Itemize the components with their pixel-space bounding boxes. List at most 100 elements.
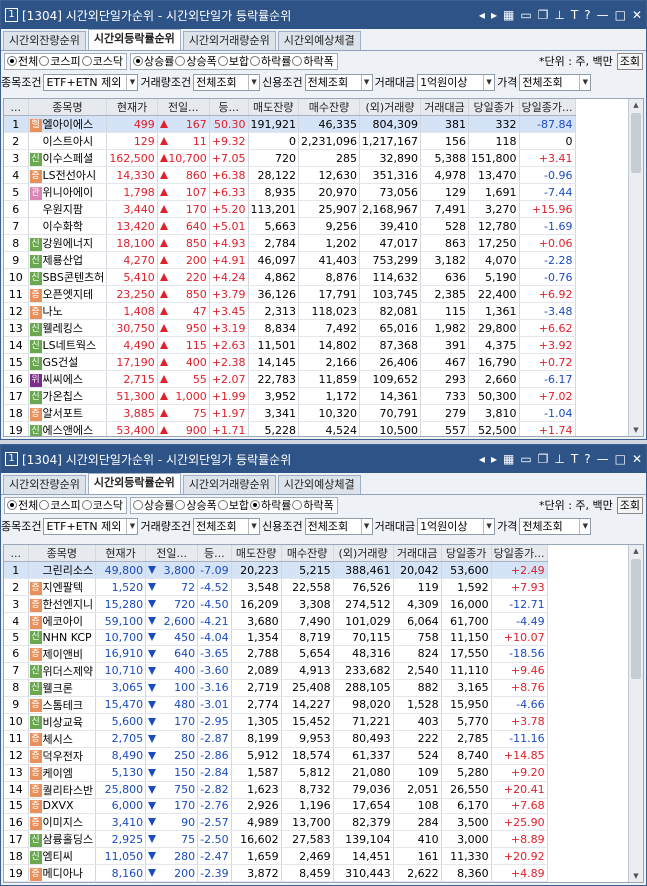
condition-select-5[interactable]: 전체조회 ▼ [519,517,592,535]
copy-icon[interactable]: ❐ [538,8,549,22]
table-row[interactable]: 20증디티앤씨알7,480170-2.221,23510,42422,60017… [4,881,548,882]
name-cell[interactable]: 증 에코아이 [28,612,97,630]
close-icon[interactable]: ✕ [632,452,642,466]
maximize-icon[interactable]: □ [615,452,626,466]
name-cell[interactable]: 신 GS건설 [28,353,108,371]
name-cell[interactable]: 신 위더스제약 [28,662,97,680]
table-row[interactable]: 4 증 LS전선아시 14,330 860 +6.38 28,122 12,630 351,31… [4,166,576,184]
table-row[interactable]: 10 신 비상교육 5,600 170 -2.95 1,305 15,452 71,221 403… [4,713,548,731]
close-icon[interactable]: ✕ [632,8,642,22]
table-row[interactable]: 13 증 케이엠 5,130 150 -2.84 1,587 5,812 21,080 109 5,… [4,764,548,782]
column-header[interactable]: 거래대금 [393,545,442,562]
direction-radio-3[interactable]: 하락률 [250,497,291,513]
tab-2[interactable]: 시간외거래량순위 [182,475,276,494]
condition-select-1[interactable]: ETF+ETN 제외 ▼ [43,73,139,91]
pin-icon[interactable]: ⊥ [554,452,564,466]
direction-radio-1[interactable]: 상승폭 [175,497,217,513]
table-row[interactable]: 7 신 위더스제약 10,710 400 -3.60 2,089 4,913 233,682 2,… [4,662,548,680]
name-cell[interactable]: 증 DXVX [28,798,97,815]
column-header[interactable]: 현재가 [106,99,158,116]
direction-radio-1[interactable]: 상승폭 [175,53,217,69]
column-header[interactable]: 등... [209,99,249,116]
name-cell[interactable]: 증 체시스 [28,730,97,748]
doc-icon[interactable]: ▭ [520,8,531,22]
direction-radio-2[interactable]: 보합 [217,53,249,69]
name-cell[interactable]: 신 에스앤에스 [28,421,108,436]
direction-radio-0[interactable]: 상승률 [133,53,174,69]
name-cell[interactable]: 증 스톰테크 [28,696,97,714]
table-row[interactable]: 2 이스트아시 129 11 +9.32 0 2,231,096 1,217,167 156 11… [4,132,576,150]
query-button[interactable]: 조회 [616,52,643,70]
help-icon[interactable]: ? [584,452,590,466]
condition-select-3[interactable]: 전체조회 ▼ [304,517,373,535]
table-row[interactable]: 12 증 덕우전자 8,490 250 -2.86 5,912 18,574 61,337 524… [4,747,548,765]
table-row[interactable]: 16 위 씨씨에스 2,715 55 +2.07 22,783 11,859 109,652 29… [4,370,576,388]
name-cell[interactable]: 신 웰크론 [28,679,97,697]
scroll-thumb[interactable] [631,559,641,679]
column-header[interactable]: ... [4,545,29,562]
table-row[interactable]: 9 신 제룡산업 4,270 200 +4.91 46,097 41,403 753,299 3,… [4,251,576,269]
name-cell[interactable]: 이수화학 [28,217,108,235]
name-cell[interactable]: 증 LS전선아시 [28,166,108,184]
query-button[interactable]: 조회 [616,496,643,514]
tab-3[interactable]: 시간외예상체결 [277,475,361,494]
column-header[interactable]: 매도잔량 [231,545,282,562]
condition-select-4[interactable]: 1억원이상 ▼ [417,517,496,535]
market-radio-0[interactable]: 전체 [7,53,38,69]
name-cell[interactable]: 신 제룡산업 [28,251,108,269]
column-header[interactable]: 당일종가 [441,545,492,562]
table-row[interactable]: 2 증 지엔팔텍 1,520 72 -4.52 3,548 22,558 76,526 119 1,… [4,578,548,596]
name-cell[interactable]: 신 삼륭홀딩스 [28,830,97,849]
table-row[interactable]: 8 신 강원에너지 18,100 850 +4.93 2,784 1,202 47,017 863… [4,234,576,252]
tab-3[interactable]: 시간외예상체결 [277,31,361,50]
name-cell[interactable]: 증 알서포트 [28,404,108,422]
column-header[interactable]: 전일... [157,99,210,116]
doc-icon[interactable]: ▭ [520,452,531,466]
direction-radio-3[interactable]: 하락률 [250,53,291,69]
table-row[interactable]: 15 증 DXVX 6,000 170 -2.76 2,926 1,196 17,654 108 6… [4,798,548,815]
column-header[interactable]: 종목명 [28,99,108,116]
table-row[interactable]: 17 신 가온칩스 51,300 1,000 +1.99 3,952 1,172 14,361 7… [4,387,576,405]
name-cell[interactable]: 증 덕우전자 [28,747,97,765]
name-cell[interactable]: 증 한선엔지니 [28,595,97,613]
next-icon[interactable]: ▸ [491,452,497,466]
table-row[interactable]: 1 그린리소스 49,800 3,800 -7.09 20,223 5,215 388,461… [4,561,548,579]
table-row[interactable]: 18 증 알서포트 3,885 75 +1.97 3,341 10,320 70,791 279 3… [4,404,576,422]
name-cell[interactable]: 관 위니아에이 [28,183,108,201]
table-row[interactable]: 11 증 체시스 2,705 80 -2.87 8,199 9,953 80,493 222 2,7… [4,730,548,748]
column-header[interactable]: (외)거래량 [333,545,394,562]
name-cell[interactable]: 증 제이앤비 [28,645,97,663]
tab-0[interactable]: 시간외잔량순위 [3,31,86,50]
table-row[interactable]: 19 신 에스앤에스 53,400 900 +1.71 5,228 4,524 10,500 55… [4,421,576,436]
scroll-down-icon[interactable]: ▼ [629,870,643,882]
market-radio-1[interactable]: 코스피 [39,497,81,513]
table-row[interactable]: 4 증 에코아이 59,100 2,600 -4.21 3,680 7,490 101,029 6… [4,612,548,630]
column-header[interactable]: 전일... [145,545,199,562]
layout-icon[interactable]: ▦ [503,8,514,22]
column-header[interactable]: 거래대금 [420,99,469,116]
column-header[interactable]: 매수잔량 [281,545,334,562]
table-row[interactable]: 14 증 퀄리타스반 25,800 750 -2.82 1,623 8,732 79,036 2,… [4,781,548,799]
prev-icon[interactable]: ◂ [479,452,485,466]
table-row[interactable]: 6 증 제이앤비 16,910 640 -3.65 2,788 5,654 48,316 824 1… [4,645,548,663]
tab-0[interactable]: 시간외잔량순위 [3,475,86,494]
name-cell[interactable]: 증디티앤씨알 [28,881,97,882]
maximize-icon[interactable]: □ [615,8,626,22]
name-cell[interactable]: 신 이수스페셜 [28,149,108,167]
tab-2[interactable]: 시간외거래량순위 [182,31,276,50]
table-row[interactable]: 17 신 삼륭홀딩스 2,925 75 -2.50 16,602 27,583 139,104 4… [4,830,548,849]
name-cell[interactable]: 증 메디아나 [28,864,97,882]
table-row[interactable]: 19 증 메디아나 8,160 200 -2.39 3,872 8,459 310,443 2,6… [4,864,548,882]
direction-radio-0[interactable]: 상승률 [133,497,174,513]
tab-1[interactable]: 시간외등락률순위 [87,29,181,50]
pin-icon[interactable]: ⊥ [554,8,564,22]
name-cell[interactable]: 증 나노 [28,302,108,320]
prev-icon[interactable]: ◂ [479,8,485,22]
layout-icon[interactable]: ▦ [503,452,514,466]
name-cell[interactable]: 증 오픈엣지테 [28,285,108,303]
condition-select-5[interactable]: 전체조회 ▼ [519,73,592,91]
table-row[interactable]: 10 신 SBS콘텐츠허 5,410 220 +4.24 4,862 8,876 114,632… [4,268,576,286]
name-cell[interactable]: 헬 엘아이에스 [28,115,108,133]
text-icon[interactable]: T [571,452,578,466]
column-header[interactable]: ... [4,99,29,116]
